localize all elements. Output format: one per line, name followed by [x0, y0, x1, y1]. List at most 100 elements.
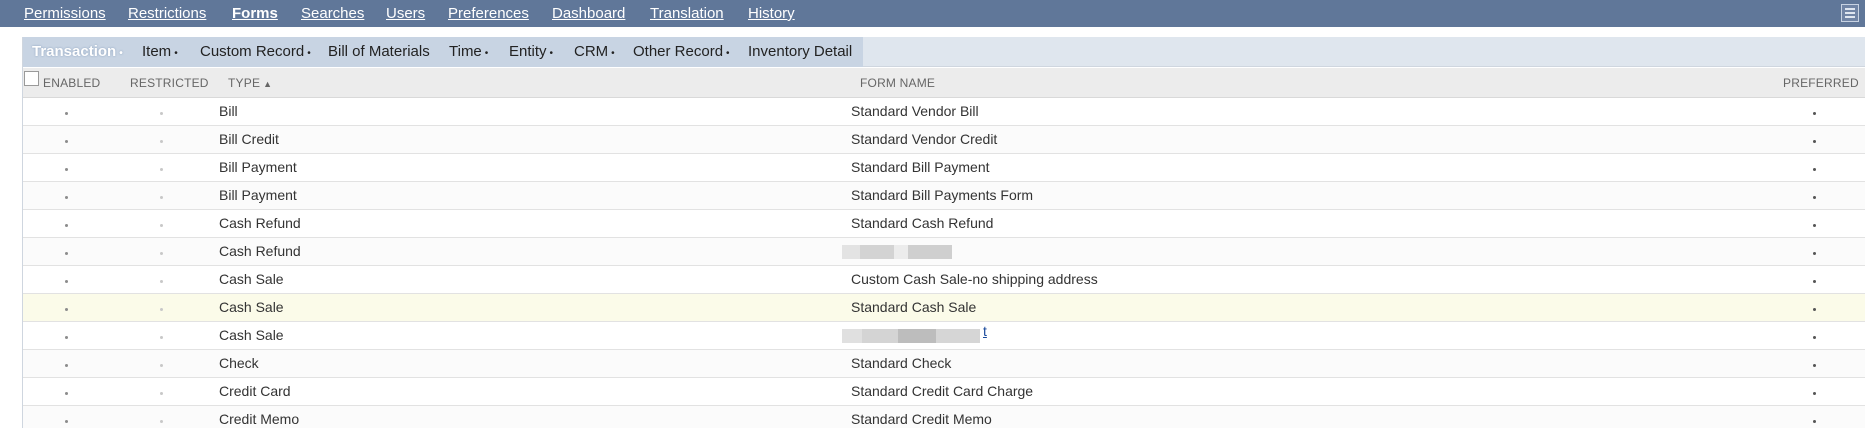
tab-permissions[interactable]: Permissions	[24, 0, 106, 27]
preferred-radio[interactable]	[1813, 420, 1816, 423]
enabled-checkbox[interactable]	[65, 224, 68, 227]
subtab-label: Item	[142, 43, 172, 60]
select-all-checkbox[interactable]	[24, 71, 39, 86]
tab-searches[interactable]: Searches	[301, 0, 364, 27]
type-cell: Cash Refund	[219, 243, 301, 259]
enabled-checkbox[interactable]	[65, 168, 68, 171]
table-row[interactable]: Credit Card Standard Credit Card Charge	[23, 378, 1865, 406]
preferred-radio[interactable]	[1813, 168, 1816, 171]
form-name-cell: Standard Vendor Credit	[851, 131, 998, 147]
table-row[interactable]: Cash Sale Custom Cash Sale-no shipping a…	[23, 266, 1865, 294]
tab-history[interactable]: History	[748, 0, 795, 27]
table-row[interactable]: Check Standard Check	[23, 350, 1865, 378]
subtab-label: Custom Record	[200, 43, 305, 60]
enabled-checkbox[interactable]	[65, 140, 68, 143]
preferred-radio[interactable]	[1813, 336, 1816, 339]
subtab-bar: Transaction • Item • Custom Record • Bill o…	[23, 37, 1865, 67]
table-row[interactable]: Cash Sale t	[23, 322, 1865, 350]
enabled-checkbox[interactable]	[65, 112, 68, 115]
subtab-item[interactable]: Item •	[142, 37, 178, 67]
subtab-crm[interactable]: CRM •	[574, 37, 615, 67]
restricted-checkbox[interactable]	[160, 308, 163, 311]
type-cell: Bill Payment	[219, 187, 297, 203]
subtab-other-record[interactable]: Other Record •	[633, 37, 730, 67]
tab-forms[interactable]: Forms	[232, 0, 278, 27]
subtab-label: Time	[449, 43, 482, 60]
restricted-checkbox[interactable]	[160, 196, 163, 199]
table-row[interactable]: Bill Standard Vendor Bill	[23, 98, 1865, 126]
tab-restrictions[interactable]: Restrictions	[128, 0, 206, 27]
enabled-checkbox[interactable]	[65, 420, 68, 423]
preferred-radio[interactable]	[1813, 308, 1816, 311]
redacted-form-name-link[interactable]: t	[842, 323, 992, 343]
column-header-form-name[interactable]: FORM NAME	[860, 68, 935, 98]
left-gutter	[0, 27, 22, 428]
restricted-checkbox[interactable]	[160, 280, 163, 283]
preferred-radio[interactable]	[1813, 196, 1816, 199]
type-cell: Bill	[219, 103, 238, 119]
subtab-custom-record[interactable]: Custom Record •	[200, 37, 311, 67]
form-name-cell: Standard Vendor Bill	[851, 103, 979, 119]
subtab-time[interactable]: Time •	[449, 37, 488, 67]
column-header-restricted[interactable]: RESTRICTED	[130, 68, 209, 98]
table-row[interactable]: Cash Refund	[23, 238, 1865, 266]
tab-preferences[interactable]: Preferences	[448, 0, 529, 27]
enabled-checkbox[interactable]	[65, 336, 68, 339]
preferred-radio[interactable]	[1813, 252, 1816, 255]
form-name-link-fragment[interactable]: t	[983, 323, 987, 339]
type-cell: Bill Credit	[219, 131, 279, 147]
tab-translation[interactable]: Translation	[650, 0, 724, 27]
preferred-radio[interactable]	[1813, 224, 1816, 227]
form-name-cell: Standard Check	[851, 355, 952, 371]
type-cell: Credit Memo	[219, 411, 300, 427]
subtab-entity[interactable]: Entity •	[509, 37, 553, 67]
subtab-label: Other Record	[633, 43, 724, 60]
subtab-transaction[interactable]: Transaction •	[32, 37, 123, 67]
preferred-radio[interactable]	[1813, 140, 1816, 143]
table-row[interactable]: Cash Refund Standard Cash Refund	[23, 210, 1865, 238]
restricted-checkbox[interactable]	[160, 168, 163, 171]
subtab-inventory-detail[interactable]: Inventory Detail	[748, 37, 855, 67]
tab-dashboard[interactable]: Dashboard	[552, 0, 625, 27]
preferred-radio[interactable]	[1813, 280, 1816, 283]
column-header-type-label: TYPE	[228, 76, 261, 90]
restricted-checkbox[interactable]	[160, 224, 163, 227]
tab-users[interactable]: Users	[386, 0, 425, 27]
table-row[interactable]: Bill Payment Standard Bill Payment	[23, 154, 1865, 182]
hamburger-menu-icon[interactable]	[1841, 4, 1859, 22]
redacted-form-name	[842, 245, 952, 259]
sort-ascending-icon: ▲	[263, 79, 273, 89]
subtab-dot: •	[611, 48, 615, 59]
subtab-dot: •	[174, 48, 178, 59]
preferred-radio[interactable]	[1813, 392, 1816, 395]
enabled-checkbox[interactable]	[65, 392, 68, 395]
restricted-checkbox[interactable]	[160, 336, 163, 339]
restricted-checkbox[interactable]	[160, 364, 163, 367]
enabled-checkbox[interactable]	[65, 196, 68, 199]
table-row[interactable]: Credit Memo Standard Credit Memo	[23, 406, 1865, 428]
enabled-checkbox[interactable]	[65, 252, 68, 255]
enabled-checkbox[interactable]	[65, 308, 68, 311]
table-row[interactable]: Bill Payment Standard Bill Payments Form	[23, 182, 1865, 210]
type-cell: Cash Sale	[219, 327, 284, 343]
subtab-bill-of-materials[interactable]: Bill of Materials	[328, 37, 433, 67]
table-row[interactable]: Bill Credit Standard Vendor Credit	[23, 126, 1865, 154]
table-header: ENABLED RESTRICTED TYPE ▲ FORM NAME PREFE…	[23, 68, 1865, 98]
column-header-enabled[interactable]: ENABLED	[43, 68, 100, 98]
subtab-dot: •	[119, 48, 123, 59]
restricted-checkbox[interactable]	[160, 252, 163, 255]
restricted-checkbox[interactable]	[160, 392, 163, 395]
preferred-radio[interactable]	[1813, 364, 1816, 367]
preferred-radio[interactable]	[1813, 112, 1816, 115]
form-name-cell: Standard Cash Sale	[851, 299, 977, 315]
enabled-checkbox[interactable]	[65, 364, 68, 367]
restricted-checkbox[interactable]	[160, 140, 163, 143]
enabled-checkbox[interactable]	[65, 280, 68, 283]
type-cell: Bill Payment	[219, 159, 297, 175]
restricted-checkbox[interactable]	[160, 420, 163, 423]
column-header-preferred[interactable]: PREFERRED	[1783, 68, 1859, 98]
column-header-type[interactable]: TYPE ▲	[228, 68, 272, 98]
restricted-checkbox[interactable]	[160, 112, 163, 115]
table-row[interactable]: Cash Sale Standard Cash Sale	[23, 294, 1865, 322]
subtab-label: Transaction	[32, 43, 117, 60]
